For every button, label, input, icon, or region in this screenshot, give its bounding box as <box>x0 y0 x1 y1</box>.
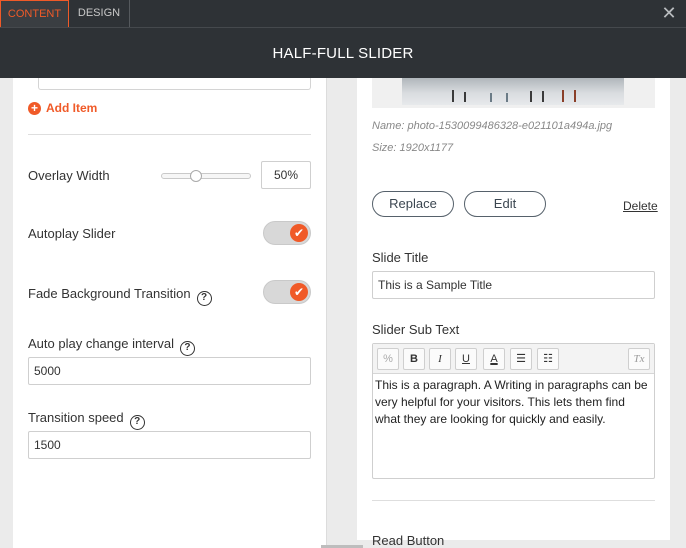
item-field[interactable] <box>38 78 311 90</box>
fade-transition-label-row: Fade Background Transition? <box>28 286 212 306</box>
rich-text-editor[interactable]: % B I U A ☰ ☷ Tx This is a paragraph. A … <box>372 343 655 479</box>
speed-label: Transition speed <box>28 410 124 425</box>
image-size: Size: 1920x1177 <box>372 142 454 154</box>
sub-text-label: Slider Sub Text <box>372 322 460 337</box>
interval-label: Auto play change interval <box>28 336 174 351</box>
image-detail <box>542 91 544 102</box>
checkmark-icon: ✔ <box>290 283 308 301</box>
help-icon[interactable]: ? <box>196 291 212 306</box>
autoplay-label: Autoplay Slider <box>28 226 116 241</box>
slide-title-label: Slide Title <box>372 250 429 265</box>
help-icon[interactable]: ? <box>179 341 195 356</box>
image-detail <box>574 90 576 102</box>
checkmark-icon: ✔ <box>290 224 308 242</box>
numbered-list-icon[interactable]: ☷ <box>537 348 559 370</box>
cut-off-label: Read Button <box>372 533 445 548</box>
clear-format-icon[interactable]: Tx <box>628 348 650 370</box>
interval-label-row: Auto play change interval? <box>28 336 195 356</box>
image-detail <box>490 93 492 102</box>
text-color-icon[interactable]: A <box>483 348 505 370</box>
interval-input[interactable]: 5000 <box>28 357 311 385</box>
bullet-list-icon[interactable]: ☰ <box>510 348 532 370</box>
tab-design[interactable]: DESIGN <box>69 0 130 27</box>
image-preview <box>372 78 655 108</box>
add-item-label: Add Item <box>46 101 98 115</box>
link-icon[interactable]: % <box>377 348 399 370</box>
help-icon[interactable]: ? <box>129 415 145 430</box>
left-settings-panel: + Add Item Overlay Width 50% Autoplay Sl… <box>13 78 327 548</box>
underline-icon[interactable]: U <box>455 348 477 370</box>
slide-settings-panel: Name: photo-1530099486328-e021101a494a.j… <box>357 78 670 548</box>
image-detail <box>506 93 508 102</box>
panel-title: HALF-FULL SLIDER <box>0 27 686 78</box>
image-name: Name: photo-1530099486328-e021101a494a.j… <box>372 120 613 132</box>
replace-button[interactable]: Replace <box>372 191 454 217</box>
image-detail <box>464 92 466 102</box>
divider <box>28 134 311 135</box>
sub-text-content[interactable]: This is a paragraph. A Writing in paragr… <box>375 377 653 428</box>
close-icon[interactable]: ✕ <box>660 4 678 22</box>
bold-icon[interactable]: B <box>403 348 425 370</box>
speed-input[interactable]: 1500 <box>28 431 311 459</box>
image-detail <box>562 90 564 102</box>
image-detail <box>452 90 454 102</box>
delete-link[interactable]: Delete <box>623 199 658 213</box>
overlay-width-slider[interactable] <box>161 170 251 182</box>
slider-thumb[interactable] <box>190 170 202 182</box>
speed-label-row: Transition speed? <box>28 410 145 430</box>
plus-circle-icon: + <box>28 101 41 115</box>
image-detail <box>530 91 532 102</box>
tab-content[interactable]: CONTENT <box>0 0 69 27</box>
divider <box>372 500 655 501</box>
fade-transition-toggle[interactable]: ✔ <box>263 280 311 304</box>
edit-button[interactable]: Edit <box>464 191 546 217</box>
fade-transition-label: Fade Background Transition <box>28 286 191 301</box>
editor-tab-bar: CONTENT DESIGN ✕ <box>0 0 686 27</box>
add-item-button[interactable]: + Add Item <box>28 100 97 116</box>
editor-toolbar: % B I U A ☰ ☷ Tx <box>373 344 654 374</box>
overlay-width-label: Overlay Width <box>28 168 110 183</box>
overlay-width-input[interactable]: 50% <box>261 161 311 189</box>
slide-image <box>402 78 624 105</box>
italic-icon[interactable]: I <box>429 348 451 370</box>
slide-title-input[interactable]: This is a Sample Title <box>372 271 655 299</box>
autoplay-toggle[interactable]: ✔ <box>263 221 311 245</box>
